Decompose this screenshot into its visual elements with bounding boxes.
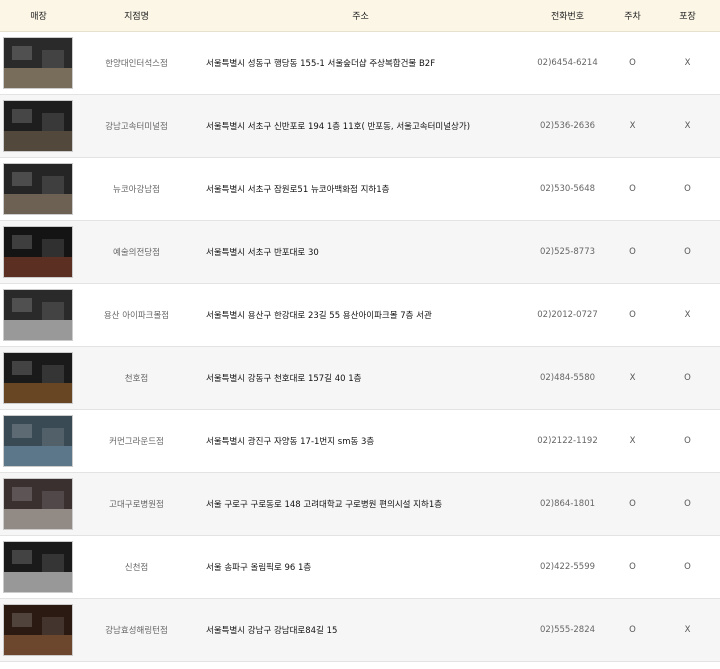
- parking-status: X: [629, 120, 636, 131]
- store-phone: 02)525-8773: [539, 246, 596, 257]
- store-photo-cell: [0, 220, 77, 283]
- store-address: 서울특별시 서초구 신반포로 194 1층 11호( 반포동, 서울고속터미널상…: [206, 121, 471, 132]
- packing-status: O: [684, 561, 691, 572]
- table-row: 강남고속터미널점 서울특별시 서초구 신반포로 194 1층 11호( 반포동, …: [0, 94, 720, 157]
- branch-name: 강남고속터미널점: [105, 121, 168, 132]
- packing-status: O: [684, 498, 691, 509]
- header-phone: 전화번호: [525, 0, 610, 32]
- header-branch: 지점명: [77, 0, 196, 32]
- store-photo-cell: [0, 409, 77, 472]
- store-phone: 02)2122-1192: [537, 435, 598, 446]
- branch-name: 천호점: [124, 373, 149, 384]
- packing-status: O: [684, 435, 691, 446]
- store-photo-cell: [0, 31, 77, 94]
- header-address: 주소: [196, 0, 525, 32]
- table-row: 커먼그라운드점 서울특별시 광진구 자양동 17-1번지 sm동 3층 02)212…: [0, 409, 720, 472]
- parking-status: X: [629, 435, 636, 446]
- parking-status: O: [629, 57, 636, 68]
- store-photo: [3, 288, 73, 341]
- packing-status: X: [684, 309, 691, 320]
- store-phone: 02)864-1801: [539, 498, 596, 509]
- store-address: 서울특별시 서초구 잠원로51 뉴코아백화점 지하1층: [206, 184, 390, 195]
- branch-name: 한양대인터석스점: [105, 58, 168, 69]
- header-packing: 포장: [655, 0, 720, 32]
- table-row: 뉴코아강남점 서울특별시 서초구 잠원로51 뉴코아백화점 지하1층 02)530-…: [0, 157, 720, 220]
- table-row: 한양대인터석스점 서울특별시 성동구 행당동 155-1 서울숲더샵 주상복합건물…: [0, 31, 720, 94]
- table-header-row: 매장 지점명 주소 전화번호 주차 포장: [0, 0, 720, 32]
- store-photo: [3, 414, 73, 467]
- store-photo: [3, 477, 73, 530]
- packing-status: X: [684, 624, 691, 635]
- table-row: 천호점 서울특별시 강동구 천호대로 157길 40 1층 02)484-5580 X…: [0, 346, 720, 409]
- branch-name: 예술의전당점: [113, 247, 160, 258]
- store-phone: 02)422-5599: [539, 561, 596, 572]
- store-table: 매장 지점명 주소 전화번호 주차 포장 한양대인터석스점 서울특별시 성동구 행…: [0, 0, 720, 662]
- store-address: 서울특별시 서초구 반포대로 30: [206, 247, 319, 258]
- parking-status: X: [629, 372, 636, 383]
- store-photo: [3, 99, 73, 152]
- store-photo-cell: [0, 472, 77, 535]
- parking-status: O: [629, 246, 636, 257]
- branch-name: 고대구로병원점: [109, 499, 164, 510]
- store-photo: [3, 162, 73, 215]
- store-phone: 02)555-2824: [539, 624, 596, 635]
- store-photo-cell: [0, 157, 77, 220]
- store-phone: 02)530-5648: [539, 183, 596, 194]
- store-address: 서울특별시 용산구 한강대로 23길 55 용산아이파크몰 7층 서관: [206, 310, 432, 321]
- store-phone: 02)536-2636: [539, 120, 596, 131]
- store-photo: [3, 36, 73, 89]
- packing-status: X: [684, 120, 691, 131]
- store-address: 서울 구로구 구로동로 148 고려대학교 구로병원 편의시설 지하1층: [206, 499, 443, 510]
- store-phone: 02)484-5580: [539, 372, 596, 383]
- table-row: 강남효성해링턴점 서울특별시 강남구 강남대로84길 15 02)555-2824 O…: [0, 598, 720, 661]
- table-row: 용산 아이파크몰점 서울특별시 용산구 한강대로 23길 55 용산아이파크몰 7…: [0, 283, 720, 346]
- store-photo-cell: [0, 346, 77, 409]
- store-photo: [3, 540, 73, 593]
- store-photo: [3, 225, 73, 278]
- packing-status: X: [684, 57, 691, 68]
- branch-name: 신천점: [124, 562, 149, 573]
- parking-status: O: [629, 624, 636, 635]
- store-address: 서울특별시 강동구 천호대로 157길 40 1층: [206, 373, 362, 384]
- parking-status: O: [629, 498, 636, 509]
- store-address: 서울특별시 성동구 행당동 155-1 서울숲더샵 주상복합건물 B2F: [206, 58, 436, 69]
- table-row: 예술의전당점 서울특별시 서초구 반포대로 30 02)525-8773 O O: [0, 220, 720, 283]
- store-phone: 02)6454-6214: [537, 57, 598, 68]
- store-photo-cell: [0, 283, 77, 346]
- store-photo: [3, 603, 73, 656]
- table-row: 고대구로병원점 서울 구로구 구로동로 148 고려대학교 구로병원 편의시설 지…: [0, 472, 720, 535]
- store-photo-cell: [0, 535, 77, 598]
- packing-status: O: [684, 246, 691, 257]
- branch-name: 강남효성해링턴점: [105, 625, 168, 636]
- parking-status: O: [629, 561, 636, 572]
- header-store: 매장: [0, 0, 77, 32]
- branch-name: 뉴코아강남점: [113, 184, 160, 195]
- table-row: 신천점 서울 송파구 올림픽로 96 1층 02)422-5599 O O: [0, 535, 720, 598]
- store-photo-cell: [0, 598, 77, 661]
- packing-status: O: [684, 183, 691, 194]
- store-photo-cell: [0, 94, 77, 157]
- branch-name: 커먼그라운드점: [109, 436, 164, 447]
- header-parking: 주차: [610, 0, 655, 32]
- branch-name: 용산 아이파크몰점: [103, 310, 170, 321]
- parking-status: O: [629, 309, 636, 320]
- store-address: 서울 송파구 올림픽로 96 1층: [206, 562, 312, 573]
- store-photo: [3, 351, 73, 404]
- parking-status: O: [629, 183, 636, 194]
- store-phone: 02)2012-0727: [537, 309, 598, 320]
- store-address: 서울특별시 강남구 강남대로84길 15: [206, 625, 338, 636]
- table-body: 한양대인터석스점 서울특별시 성동구 행당동 155-1 서울숲더샵 주상복합건물…: [0, 31, 720, 661]
- packing-status: O: [684, 372, 691, 383]
- store-address: 서울특별시 광진구 자양동 17-1번지 sm동 3층: [206, 436, 375, 447]
